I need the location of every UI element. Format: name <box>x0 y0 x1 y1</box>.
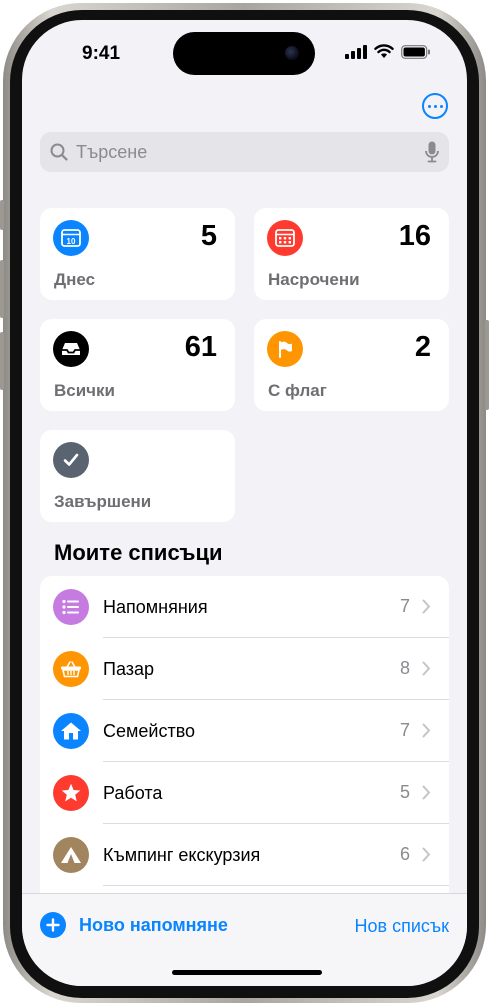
home-indicator[interactable] <box>172 970 322 975</box>
wifi-icon <box>374 44 394 58</box>
volume-down-button <box>0 332 4 390</box>
all-label: Всички <box>54 381 116 400</box>
battery-icon <box>401 44 430 59</box>
smart-list-scheduled[interactable]: 16 Насрочени <box>254 208 449 300</box>
new-list-button[interactable]: Нов списък <box>355 916 450 937</box>
list-item-name: Пазар <box>103 659 155 679</box>
ellipsis-dot <box>433 104 437 108</box>
flagged-label: С флаг <box>268 381 327 400</box>
chevron-right-icon <box>422 723 430 738</box>
all-count: 61 <box>184 331 217 363</box>
today-count: 5 <box>200 220 217 252</box>
ellipsis-dot <box>439 104 443 108</box>
calendar-grid-icon <box>267 220 303 256</box>
today-icon-day: 10 <box>67 237 76 246</box>
list-item-count: 5 <box>399 782 410 802</box>
list-item[interactable]: Пазар 8 <box>40 638 449 700</box>
list-item-name: Къмпинг екскурзия <box>103 845 261 865</box>
search-bar[interactable] <box>40 132 449 172</box>
flagged-count: 2 <box>414 331 431 363</box>
flag-icon <box>267 331 303 367</box>
list-item[interactable]: Работа 5 <box>40 762 449 824</box>
completed-label: Завършени <box>54 492 152 511</box>
smart-list-completed[interactable]: Завършени <box>40 430 235 522</box>
more-options-button[interactable] <box>422 93 448 119</box>
status-icons <box>345 44 431 59</box>
plus-icon <box>40 912 66 938</box>
chevron-right-icon <box>422 785 430 800</box>
action-button <box>0 200 4 230</box>
calendar-today-icon: 10 <box>53 220 89 256</box>
list-item[interactable]: Къмпинг екскурзия 6 <box>40 824 449 886</box>
camera-icon <box>285 46 299 60</box>
new-reminder-button[interactable]: Ново напомняне <box>40 912 228 938</box>
list-item[interactable]: Семейство 7 <box>40 700 449 762</box>
smart-list-all[interactable]: 61 Всички <box>40 319 235 411</box>
basket-icon <box>53 651 89 687</box>
search-icon <box>50 143 68 161</box>
tent-icon <box>53 837 89 873</box>
today-label: Днес <box>54 270 96 289</box>
checkmark-icon <box>53 442 89 478</box>
status-time: 9:41 <box>82 43 121 64</box>
list-item-count: 6 <box>399 844 410 864</box>
list-item-count: 8 <box>399 658 410 678</box>
list-bullet-icon <box>53 589 89 625</box>
chevron-right-icon <box>422 661 430 676</box>
microphone-icon[interactable] <box>425 141 439 163</box>
smart-list-today[interactable]: 10 5 Днес <box>40 208 235 300</box>
chevron-right-icon <box>422 599 430 614</box>
new-reminder-label: Ново напомняне <box>79 914 228 935</box>
tray-icon <box>53 331 89 367</box>
star-icon <box>53 775 89 811</box>
scheduled-label: Насрочени <box>268 270 360 289</box>
search-input[interactable] <box>74 140 425 164</box>
dynamic-island <box>173 32 315 75</box>
house-icon <box>53 713 89 749</box>
volume-up-button <box>0 260 4 318</box>
cellular-signal-icon <box>345 44 367 59</box>
list-item-name: Работа <box>103 783 163 803</box>
ellipsis-icon <box>427 104 431 108</box>
list-item-count: 7 <box>399 596 410 616</box>
row-separator <box>103 885 449 886</box>
chevron-right-icon <box>422 847 430 862</box>
side-button <box>485 320 489 410</box>
section-title: Моите списъци <box>54 540 223 565</box>
list-item-name: Семейство <box>103 721 196 741</box>
list-item[interactable]: Напомняния 7 <box>40 576 449 638</box>
my-lists: Напомняния 7 Пазар 8 Семейство 7 Работа … <box>40 576 449 896</box>
list-item-count: 7 <box>399 720 410 740</box>
smart-list-flagged[interactable]: 2 С флаг <box>254 319 449 411</box>
list-item-name: Напомняния <box>103 597 208 617</box>
scheduled-count: 16 <box>398 220 431 252</box>
screen: 9:41 Търсене 10 5 Днес 16 Насрочени 61 В… <box>22 20 467 986</box>
